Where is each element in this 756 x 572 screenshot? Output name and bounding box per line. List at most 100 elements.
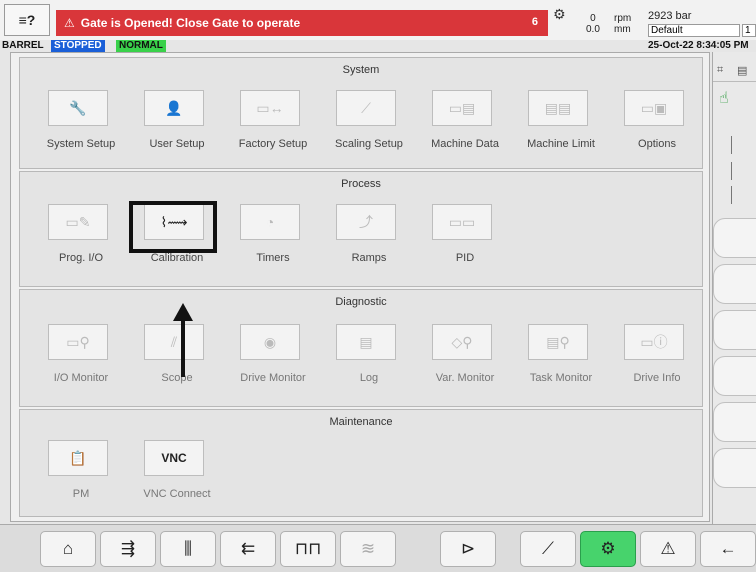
- alarm-banner[interactable]: ⚠ Gate is Opened! Close Gate to operate …: [56, 10, 548, 36]
- profile-field[interactable]: Default: [648, 24, 740, 37]
- machine-data-icon[interactable]: ▭▤: [432, 90, 492, 126]
- drive-monitor-tile[interactable]: ◉ Drive Monitor: [226, 324, 320, 394]
- warning-icon[interactable]: ⚠: [640, 531, 696, 567]
- list-icon[interactable]: ▤: [737, 64, 747, 77]
- alarm-count: 6: [531, 16, 538, 28]
- options-tile[interactable]: ▭▣ Options: [610, 90, 704, 160]
- back-arrow-icon[interactable]: ←: [700, 531, 756, 567]
- wrench-icon[interactable]: 🔧: [48, 90, 108, 126]
- sidebar-button[interactable]: [713, 402, 756, 442]
- log-tile[interactable]: ▤ Log: [322, 324, 416, 394]
- io-monitor-tile[interactable]: ▭⚲ I/O Monitor: [34, 324, 128, 394]
- section-title: Maintenance: [329, 416, 393, 428]
- right-sidebar: ⌗ ▤ ☝: [712, 52, 756, 524]
- section-title: Process: [341, 178, 381, 190]
- unit-top: rpm: [614, 13, 632, 24]
- screw-back-icon[interactable]: ⇇: [220, 531, 276, 567]
- drive-info-icon[interactable]: ▭ⓘ: [624, 324, 684, 360]
- nozzle-icon[interactable]: ⊳: [440, 531, 496, 567]
- tile-label: Drive Info: [633, 372, 681, 384]
- sidebar-button[interactable]: [713, 448, 756, 488]
- sidebar-button[interactable]: [713, 356, 756, 396]
- sidebar-button[interactable]: [713, 264, 756, 304]
- ramps-tile[interactable]: ⤴ Ramps: [322, 204, 416, 274]
- machine-limit-icon[interactable]: ▤▤: [528, 90, 588, 126]
- log-icon[interactable]: ▤: [336, 324, 396, 360]
- scaling-setup-tile[interactable]: ⟋ Scaling Setup: [322, 90, 416, 160]
- screw-icon[interactable]: ⫼: [160, 531, 216, 567]
- sidebar-button[interactable]: [713, 310, 756, 350]
- section-title: Diagnostic: [335, 296, 387, 308]
- process-section: Process ▭✎ Prog. I/O ⌇⟿ Calibration ◔ Ti…: [19, 171, 703, 287]
- factory-icon[interactable]: ▭↔: [240, 90, 300, 126]
- prog-io-icon[interactable]: ▭✎: [48, 204, 108, 240]
- calibration-highlight-box: [129, 201, 217, 253]
- scope-icon[interactable]: ⫽: [144, 324, 204, 360]
- screw-icon: ⚙: [553, 6, 566, 22]
- grid-icon[interactable]: ⌗: [717, 64, 723, 77]
- pulse-icon[interactable]: ⊓⊓: [280, 531, 336, 567]
- machine-limit-tile[interactable]: ▤▤ Machine Limit: [514, 90, 608, 160]
- heater-icon[interactable]: ≋: [340, 531, 396, 567]
- machine-data-tile[interactable]: ▭▤ Machine Data: [418, 90, 512, 160]
- help-icon[interactable]: ≡?: [4, 4, 50, 36]
- top-header: ≡? ⚠ Gate is Opened! Close Gate to opera…: [0, 0, 756, 40]
- sidebar-divider: [731, 162, 732, 180]
- mode-badge: NORMAL: [116, 40, 166, 52]
- tile-label: VNC Connect: [143, 488, 211, 500]
- diagnostic-section: Diagnostic ▭⚲ I/O Monitor ⫽ Scope ◉ Driv…: [19, 289, 703, 407]
- scaling-icon[interactable]: ⟋: [336, 90, 396, 126]
- maintenance-section: Maintenance 📋 PM VNC VNC Connect: [19, 409, 703, 517]
- timer-icon[interactable]: ◔: [240, 204, 300, 240]
- pressure-readout: 2923 bar: [648, 10, 692, 22]
- tile-label: PID: [455, 252, 475, 264]
- options-icon[interactable]: ▭▣: [624, 90, 684, 126]
- var-monitor-icon[interactable]: ◇⚲: [432, 324, 492, 360]
- pm-tile[interactable]: 📋 PM: [34, 440, 128, 510]
- datetime-label: 25-Oct-22 8:34:05 PM: [648, 40, 749, 51]
- warning-icon: ⚠: [64, 16, 75, 30]
- var-monitor-tile[interactable]: ◇⚲ Var. Monitor: [418, 324, 512, 394]
- bottom-nav: ⌂ ⇶ ⫼ ⇇ ⊓⊓ ≋ ⊳ ⟋ ⚙ ⚠ ←: [0, 524, 756, 572]
- touch-icon[interactable]: ☝: [719, 88, 729, 108]
- drive-monitor-icon[interactable]: ◉: [240, 324, 300, 360]
- ramp-icon[interactable]: ⤴: [336, 204, 396, 240]
- profile-extra-field: 1: [742, 24, 756, 37]
- drive-info-tile[interactable]: ▭ⓘ Drive Info: [610, 324, 704, 394]
- system-setup-tile[interactable]: 🔧 System Setup: [34, 90, 128, 160]
- speed-bottom: 0.0: [586, 24, 600, 35]
- factory-setup-tile[interactable]: ▭↔ Factory Setup: [226, 90, 320, 160]
- home-icon[interactable]: ⌂: [40, 531, 96, 567]
- state-badge: STOPPED: [51, 40, 105, 52]
- scope-tile[interactable]: ⫽ Scope: [130, 324, 224, 394]
- app-window: ≡? ⚠ Gate is Opened! Close Gate to opera…: [0, 0, 756, 572]
- gear-icon[interactable]: ⚙: [580, 531, 636, 567]
- system-section: System 🔧 System Setup 👤 User Setup ▭↔ Fa…: [19, 57, 703, 169]
- vnc-tile[interactable]: VNC VNC Connect: [130, 440, 224, 510]
- unit-readout: rpm mm: [614, 13, 631, 35]
- vnc-button[interactable]: VNC: [144, 440, 204, 476]
- unit-bottom: mm: [614, 24, 631, 35]
- io-monitor-icon[interactable]: ▭⚲: [48, 324, 108, 360]
- arrow-line: [181, 315, 185, 377]
- section-title: System: [342, 64, 380, 76]
- main-panel: System 🔧 System Setup 👤 User Setup ▭↔ Fa…: [10, 52, 710, 522]
- speed-top: 0: [590, 13, 596, 24]
- speed-readout: 0 0.0: [586, 13, 600, 35]
- sidebar-button[interactable]: [713, 218, 756, 258]
- user-icon[interactable]: 👤: [144, 90, 204, 126]
- pid-icon[interactable]: ▭▭: [432, 204, 492, 240]
- task-monitor-tile[interactable]: ▤⚲ Task Monitor: [514, 324, 608, 394]
- timers-tile[interactable]: ◔ Timers: [226, 204, 320, 274]
- pid-tile[interactable]: ▭▭ PID: [418, 204, 512, 274]
- clipboard-icon[interactable]: 📋: [48, 440, 108, 476]
- chart-icon[interactable]: ⟋: [520, 531, 576, 567]
- prog-io-tile[interactable]: ▭✎ Prog. I/O: [34, 204, 128, 274]
- sidebar-divider: [731, 186, 732, 204]
- task-monitor-icon[interactable]: ▤⚲: [528, 324, 588, 360]
- screw-forward-icon[interactable]: ⇶: [100, 531, 156, 567]
- user-setup-tile[interactable]: 👤 User Setup: [130, 90, 224, 160]
- alarm-text: Gate is Opened! Close Gate to operate: [80, 16, 301, 30]
- barrel-label: BARREL: [2, 40, 44, 51]
- tile-label: Options: [638, 138, 676, 150]
